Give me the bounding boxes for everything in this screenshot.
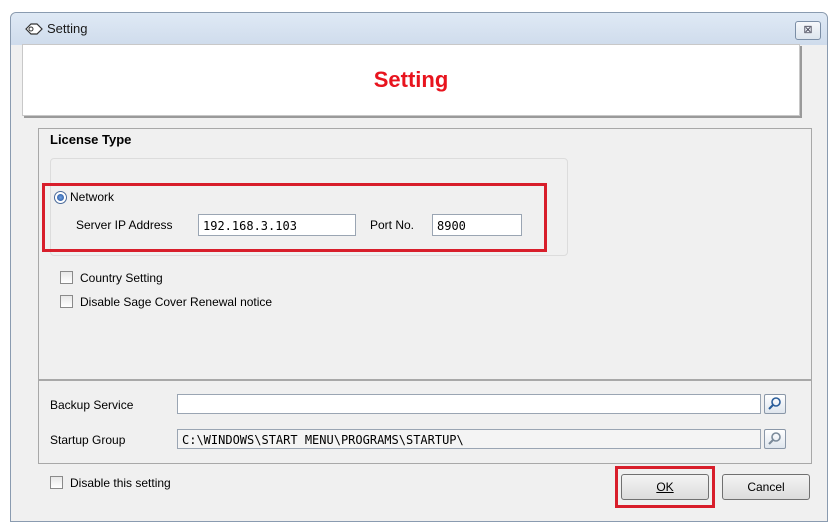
- disable-setting-checkbox[interactable]: [50, 476, 63, 489]
- banner-title: Setting: [373, 67, 449, 92]
- disable-sage-checkbox[interactable]: [60, 295, 73, 308]
- close-icon: ⊠: [803, 24, 813, 36]
- backup-service-input[interactable]: [177, 394, 761, 414]
- banner: Setting: [22, 44, 800, 116]
- cancel-button[interactable]: Cancel: [722, 474, 810, 500]
- window-title: Setting: [47, 21, 88, 36]
- close-button[interactable]: ⊠: [795, 21, 821, 40]
- search-icon: [768, 397, 781, 410]
- startup-group-label: Startup Group: [50, 433, 126, 447]
- backup-service-label: Backup Service: [50, 398, 134, 412]
- title-bar: Setting ⊠: [11, 13, 827, 45]
- ok-highlight-box: [615, 466, 715, 508]
- network-highlight-box: [42, 183, 547, 252]
- backup-browse-button[interactable]: [764, 394, 786, 414]
- license-type-heading: License Type: [50, 132, 132, 147]
- startup-group-input[interactable]: C:\WINDOWS\START MENU\PROGRAMS\STARTUP\: [177, 429, 761, 449]
- services-frame: [38, 380, 812, 464]
- country-setting-checkbox[interactable]: [60, 271, 73, 284]
- search-icon: [768, 432, 781, 445]
- cancel-label: Cancel: [747, 480, 785, 494]
- country-setting-label[interactable]: Country Setting: [80, 271, 163, 285]
- disable-sage-label[interactable]: Disable Sage Cover Renewal notice: [80, 295, 272, 309]
- disable-setting-label[interactable]: Disable this setting: [70, 476, 171, 490]
- startup-browse-button[interactable]: [764, 429, 786, 449]
- key-icon: [25, 23, 43, 35]
